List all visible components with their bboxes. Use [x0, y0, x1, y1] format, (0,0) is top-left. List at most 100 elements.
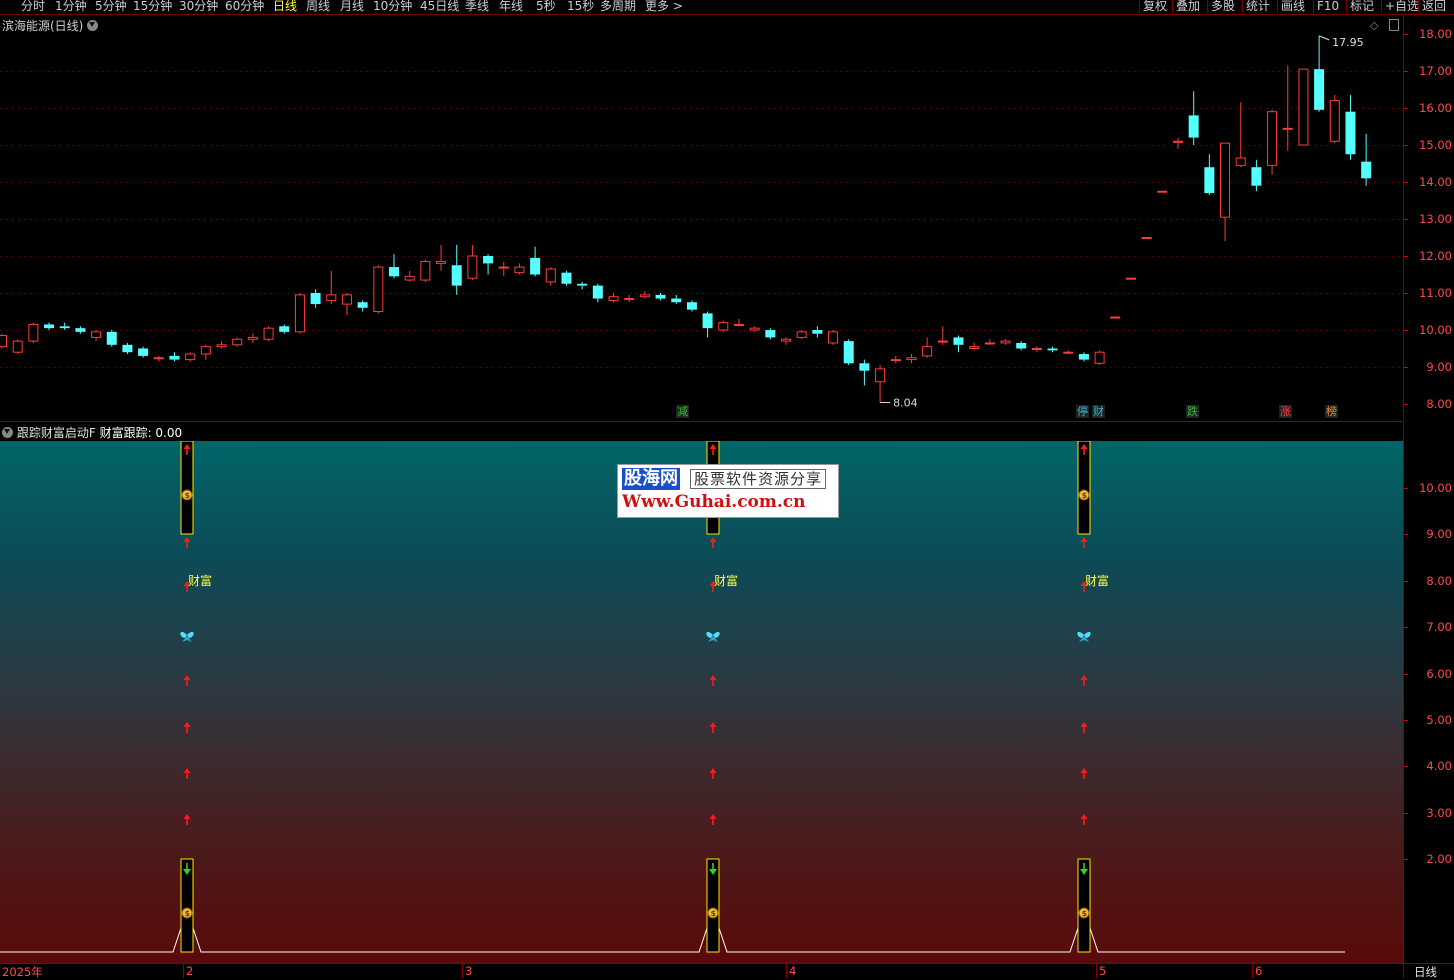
price-tick-mark — [1404, 145, 1408, 146]
candle-57 — [890, 355, 901, 364]
indicator-tick-mark — [1404, 534, 1408, 536]
signal-label-1: 财富 — [714, 574, 739, 588]
candle-body — [357, 302, 368, 308]
indicator-value: 财富跟踪: 0.00 — [99, 426, 183, 440]
toolbar-button-0[interactable]: 复权 — [1139, 0, 1167, 13]
toolbar-button-1[interactable]: 叠加 — [1172, 0, 1200, 13]
toolbar-button-4[interactable]: 画线 — [1277, 0, 1305, 13]
candle-40 — [624, 294, 635, 303]
period-tab-9[interactable]: 10分钟 — [373, 0, 412, 13]
period-tab-13[interactable]: 5秒 — [536, 0, 556, 13]
event-mark-1[interactable]: 停 — [1076, 405, 1089, 418]
event-mark-4[interactable]: 涨 — [1279, 405, 1292, 418]
candle-body — [1141, 237, 1152, 239]
candle-body — [859, 363, 870, 371]
signal-column-2: $$ — [1077, 440, 1091, 953]
price-axis: 18.00 17.00 16.00 15.00 14.00 13.00 12.00 11.00… — [1403, 15, 1454, 421]
candle-body — [875, 368, 886, 383]
candle-34 — [530, 246, 541, 277]
period-tab-1[interactable]: 1分钟 — [55, 0, 87, 13]
diamond-icon[interactable]: ◇ — [1370, 19, 1378, 32]
candle-79 — [1235, 102, 1246, 168]
toolbar-button-6[interactable]: 标记 — [1346, 0, 1374, 13]
watermark-banner: 股海网 股票软件资源分享 Www.Guhai.com.cn — [617, 464, 839, 518]
event-mark-2[interactable]: 财 — [1092, 405, 1105, 418]
period-tab-10[interactable]: 45日线 — [420, 0, 459, 13]
candle-body — [247, 336, 258, 340]
butterfly-wing — [713, 631, 720, 638]
toolbar-button-2[interactable]: 多股 — [1207, 0, 1235, 13]
indicator-name: 跟踪财富启动F — [16, 426, 96, 440]
candle-36 — [561, 270, 572, 286]
settings-square-icon[interactable] — [1389, 19, 1399, 31]
candle-13 — [200, 344, 211, 360]
candle-body — [561, 272, 572, 284]
indicator-tick-label: 8.00 — [1426, 573, 1452, 588]
candle-body — [718, 322, 729, 331]
candle-11 — [169, 352, 180, 362]
money-sign: $ — [1082, 909, 1088, 918]
period-tab-16[interactable]: 更多 > — [645, 0, 683, 13]
period-tab-6[interactable]: 日线 — [273, 0, 297, 13]
candlestick-panel[interactable]: 17.95 8.04 — [0, 15, 1403, 422]
period-tab-8[interactable]: 月线 — [340, 0, 364, 13]
candle-body — [232, 338, 243, 346]
candle-body — [1016, 342, 1027, 349]
toolbar-button-8[interactable]: 返回 — [1418, 0, 1446, 13]
candle-body — [733, 323, 744, 326]
period-tab-15[interactable]: 多周期 — [600, 0, 636, 13]
up-arrow-icon — [183, 768, 191, 773]
candle-61 — [953, 335, 964, 353]
candle-body — [624, 298, 635, 301]
indicator-tick-label: 4.00 — [1426, 759, 1452, 774]
date-separator — [1096, 964, 1097, 978]
candle-6 — [91, 330, 102, 342]
period-tab-3[interactable]: 15分钟 — [133, 0, 172, 13]
candlestick-chart[interactable]: 17.95 8.04 — [0, 15, 1403, 421]
candle-78 — [1220, 142, 1231, 242]
candle-35 — [545, 267, 556, 286]
candle-49 — [765, 328, 776, 340]
toolbar-button-5[interactable]: F10 — [1313, 0, 1339, 13]
period-tab-11[interactable]: 季线 — [465, 0, 489, 13]
indicator-dropdown-icon[interactable] — [2, 427, 13, 438]
event-mark-5[interactable]: 榜 — [1325, 405, 1338, 418]
event-mark-0[interactable]: 减 — [676, 405, 689, 418]
toolbar-button-7[interactable]: +自选 — [1381, 0, 1419, 13]
period-tab-12[interactable]: 年线 — [499, 0, 523, 13]
date-label-5: 6 — [1255, 964, 1263, 978]
baseline-line — [0, 921, 1345, 953]
indicator-tick-mark — [1404, 673, 1408, 675]
period-tab-7[interactable]: 周线 — [306, 0, 330, 13]
candle-26 — [404, 270, 415, 282]
candle-body — [1361, 161, 1372, 179]
period-tab-2[interactable]: 5分钟 — [95, 0, 127, 13]
period-tab-4[interactable]: 30分钟 — [179, 0, 218, 13]
dropdown-icon[interactable] — [87, 20, 99, 31]
candle-37 — [577, 281, 588, 290]
price-tick-mark — [1404, 330, 1408, 331]
candle-21 — [326, 270, 337, 305]
candle-body — [890, 359, 901, 362]
candle-body — [1063, 351, 1074, 354]
period-tab-14[interactable]: 15秒 — [567, 0, 594, 13]
candle-body — [1000, 340, 1011, 344]
up-arrow-icon — [1080, 722, 1088, 727]
period-tab-5[interactable]: 60分钟 — [225, 0, 264, 13]
money-sign: $ — [185, 491, 191, 500]
date-separator — [183, 964, 184, 978]
event-mark-3[interactable]: 跌 — [1186, 405, 1199, 418]
price-tick-mark — [1404, 34, 1408, 35]
candle-body — [467, 255, 478, 279]
butterfly-wing — [187, 631, 194, 638]
candle-body — [1031, 348, 1042, 350]
toolbar-button-3[interactable]: 统计 — [1242, 0, 1270, 13]
candle-85 — [1329, 95, 1340, 144]
price-tick-mark — [1404, 367, 1408, 368]
candle-0 — [0, 333, 7, 349]
candle-body — [498, 266, 509, 269]
candle-body — [1173, 140, 1183, 143]
period-tab-0[interactable]: 分时 — [21, 0, 45, 13]
candle-32 — [498, 261, 509, 277]
date-axis: 2025年 2 3 4 5 6 日线 — [0, 963, 1454, 979]
